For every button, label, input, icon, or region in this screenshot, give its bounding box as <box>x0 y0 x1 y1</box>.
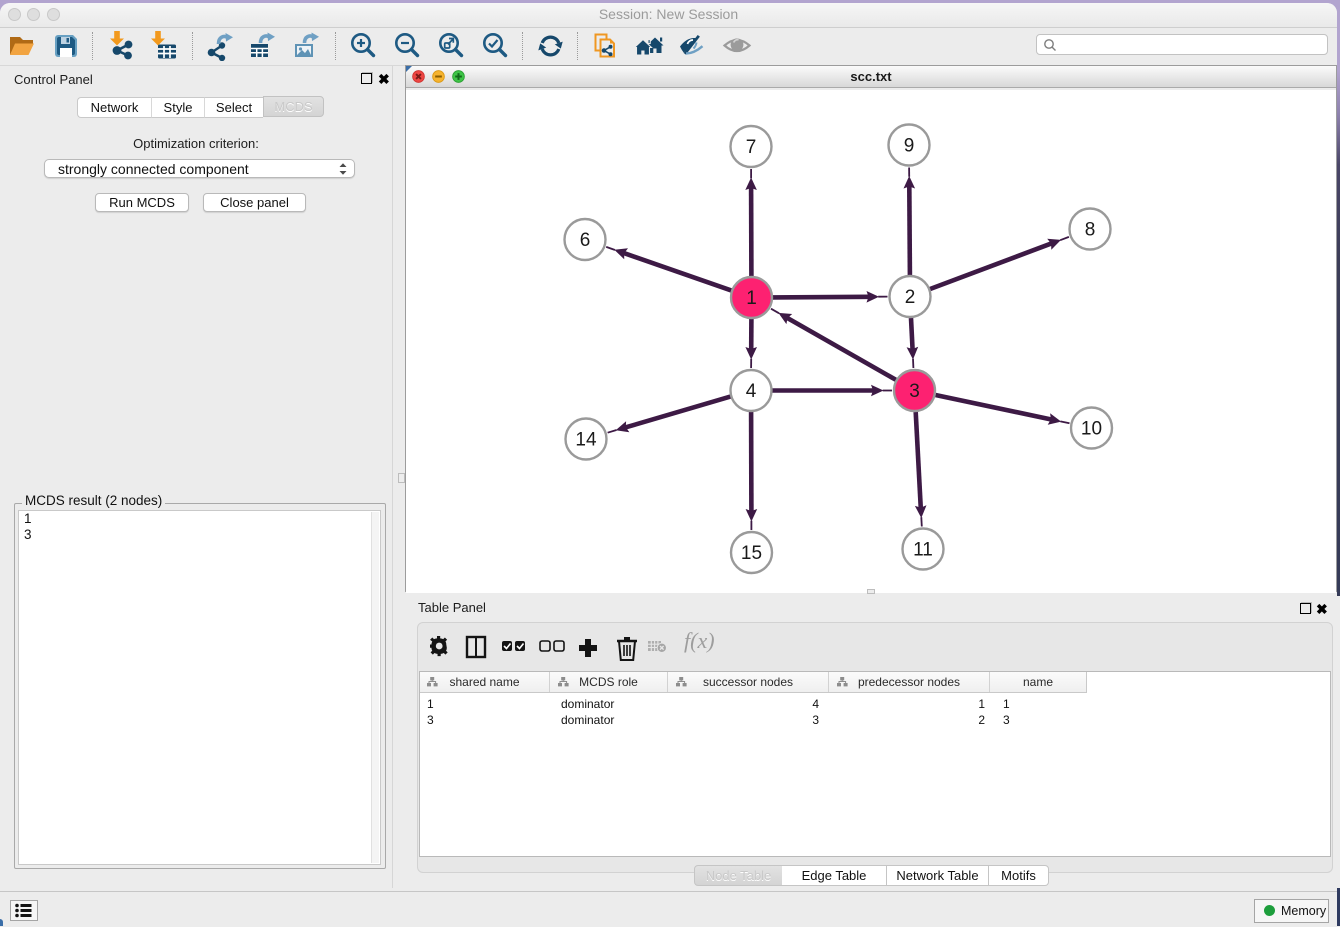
svg-text:15: 15 <box>741 543 762 564</box>
svg-text:7: 7 <box>746 137 757 158</box>
svg-text:8: 8 <box>1085 220 1096 241</box>
svg-text:11: 11 <box>913 540 933 561</box>
svg-text:6: 6 <box>580 230 591 251</box>
svg-text:10: 10 <box>1081 419 1102 440</box>
svg-text:9: 9 <box>904 136 915 157</box>
svg-text:2: 2 <box>905 287 916 308</box>
svg-text:4: 4 <box>746 381 757 402</box>
svg-text:14: 14 <box>575 430 597 451</box>
svg-text:3: 3 <box>909 381 920 402</box>
svg-text:1: 1 <box>746 288 757 309</box>
